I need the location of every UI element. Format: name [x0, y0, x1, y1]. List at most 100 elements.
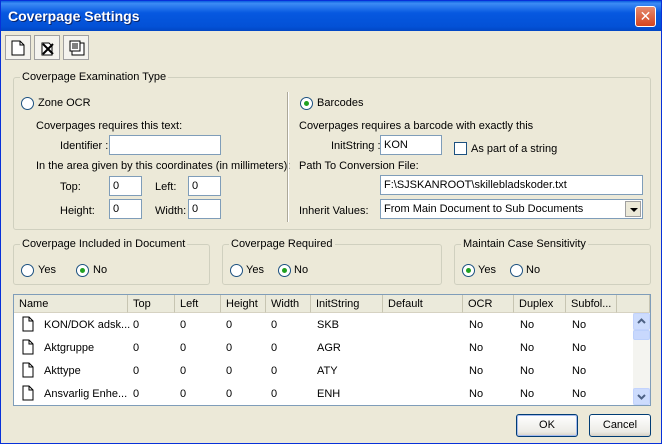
- table-row[interactable]: Akttype 0 0 0 0 ATY No No No: [14, 360, 634, 383]
- cancel-button[interactable]: Cancel: [589, 414, 651, 437]
- case-no-label: No: [526, 264, 541, 276]
- zone-ocr-radio[interactable]: [21, 97, 34, 110]
- table-cell: 0: [226, 342, 233, 354]
- part-of-string-checkbox[interactable]: [454, 142, 467, 155]
- table-cell: 0: [180, 365, 187, 377]
- coords-text: In the area given by this coordinates (i…: [36, 160, 291, 172]
- table-cell: 0: [180, 342, 187, 354]
- list-scrollbar[interactable]: [633, 313, 650, 405]
- required-yes-radio[interactable]: [230, 264, 243, 277]
- inherit-label: Inherit Values:: [299, 205, 369, 217]
- inherit-select[interactable]: From Main Document to Sub Documents: [380, 199, 643, 219]
- path-input[interactable]: F:\SJSKANROOT\skillebladskoder.txt: [380, 175, 643, 195]
- identifier-input[interactable]: [109, 135, 221, 155]
- column-header-filler: [617, 295, 650, 313]
- required-no-label: No: [294, 264, 309, 276]
- case-yes-label: Yes: [478, 264, 496, 276]
- width-input[interactable]: 0: [188, 199, 221, 219]
- table-cell: No: [572, 365, 587, 377]
- required-legend: Coverpage Required: [229, 238, 335, 250]
- column-header-left[interactable]: Left: [175, 295, 221, 313]
- part-of-string-label: As part of a string: [471, 143, 558, 155]
- table-cell: Aktgruppe: [44, 342, 95, 354]
- included-legend: Coverpage Included in Document: [20, 238, 188, 250]
- table-row[interactable]: Ansvarlig Enhe... 0 0 0 0 ENH No No No: [14, 383, 634, 405]
- title-bar[interactable]: Coverpage Settings ✕: [1, 1, 661, 31]
- column-header-top[interactable]: Top: [128, 295, 175, 313]
- chevron-down-icon: [637, 394, 646, 400]
- table-row[interactable]: KON/DOK adsk... 0 0 0 0 SKB No No No: [14, 314, 634, 337]
- new-button[interactable]: [5, 35, 31, 60]
- close-button[interactable]: ✕: [635, 6, 656, 27]
- properties-icon: [69, 40, 85, 56]
- table-cell: AGR: [317, 342, 341, 354]
- case-yes-radio[interactable]: [462, 264, 475, 277]
- inherit-value: From Main Document to Sub Documents: [384, 203, 584, 215]
- vertical-divider: [287, 92, 289, 222]
- column-header-name[interactable]: Name: [14, 295, 128, 313]
- scroll-up-button[interactable]: [633, 313, 650, 330]
- ok-button[interactable]: OK: [516, 414, 578, 437]
- column-header-width[interactable]: Width: [266, 295, 311, 313]
- column-header-ocr[interactable]: OCR: [463, 295, 514, 313]
- table-cell: No: [572, 342, 587, 354]
- left-label: Left:: [155, 181, 177, 193]
- top-input[interactable]: 0: [109, 176, 142, 196]
- exam-type-group: Coverpage Examination Type Zone OCR Cove…: [13, 71, 651, 230]
- chevron-down-icon[interactable]: [625, 201, 641, 217]
- left-input[interactable]: 0: [188, 176, 221, 196]
- list-header: Name Top Left Height Width InitString De…: [14, 295, 650, 313]
- chevron-up-icon: [637, 318, 646, 324]
- delete-icon: [41, 42, 54, 56]
- case-no-radio[interactable]: [510, 264, 523, 277]
- initstring-label: InitString :: [331, 140, 381, 152]
- zone-ocr-label: Zone OCR: [38, 97, 91, 109]
- table-cell: ATY: [317, 365, 338, 377]
- column-header-duplex[interactable]: Duplex: [514, 295, 566, 313]
- table-cell: No: [520, 319, 535, 331]
- table-cell: No: [469, 388, 484, 400]
- coverpage-settings-window: Coverpage Settings ✕ Coverpage Examinati…: [0, 0, 662, 444]
- table-cell: 0: [180, 319, 187, 331]
- table-cell: No: [469, 365, 484, 377]
- column-header-default[interactable]: Default: [383, 295, 463, 313]
- scroll-thumb[interactable]: [633, 330, 650, 340]
- document-icon: [22, 385, 34, 401]
- table-cell: 0: [271, 319, 278, 331]
- table-cell: No: [469, 342, 484, 354]
- height-input[interactable]: 0: [109, 199, 142, 219]
- included-no-label: No: [93, 264, 108, 276]
- table-row[interactable]: Aktgruppe 0 0 0 0 AGR No No No: [14, 337, 634, 360]
- barcodes-requires-text: Coverpages requires a barcode with exact…: [299, 120, 534, 132]
- coverpage-list[interactable]: Name Top Left Height Width InitString De…: [13, 294, 651, 406]
- table-cell: ENH: [317, 388, 341, 400]
- table-cell: 0: [271, 388, 278, 400]
- table-cell: No: [520, 388, 535, 400]
- case-sensitivity-group: Maintain Case Sensitivity Yes No: [454, 238, 651, 285]
- table-cell: No: [520, 342, 535, 354]
- required-no-radio[interactable]: [278, 264, 291, 277]
- initstring-input[interactable]: KON: [380, 135, 442, 155]
- included-group: Coverpage Included in Document Yes No: [13, 238, 210, 285]
- document-icon: [22, 362, 34, 378]
- column-header-height[interactable]: Height: [221, 295, 266, 313]
- document-icon: [22, 316, 34, 332]
- scroll-down-button[interactable]: [633, 388, 650, 405]
- table-cell: No: [469, 319, 484, 331]
- table-cell: Ansvarlig Enhe...: [44, 388, 128, 400]
- properties-button[interactable]: [63, 35, 89, 60]
- included-no-radio[interactable]: [76, 264, 89, 277]
- column-header-subfolder[interactable]: Subfol...: [566, 295, 617, 313]
- delete-button[interactable]: [34, 35, 60, 60]
- height-label: Height:: [60, 205, 95, 217]
- included-yes-radio[interactable]: [21, 264, 34, 277]
- path-label: Path To Conversion File:: [299, 160, 419, 172]
- top-label: Top:: [60, 181, 81, 193]
- table-cell: KON/DOK adsk...: [44, 319, 131, 331]
- exam-type-legend: Coverpage Examination Type: [20, 71, 169, 83]
- barcodes-radio[interactable]: [300, 97, 313, 110]
- column-header-initstring[interactable]: InitString: [311, 295, 383, 313]
- table-cell: 0: [133, 365, 140, 377]
- table-cell: No: [572, 388, 587, 400]
- identifier-label: Identifier :: [60, 140, 109, 152]
